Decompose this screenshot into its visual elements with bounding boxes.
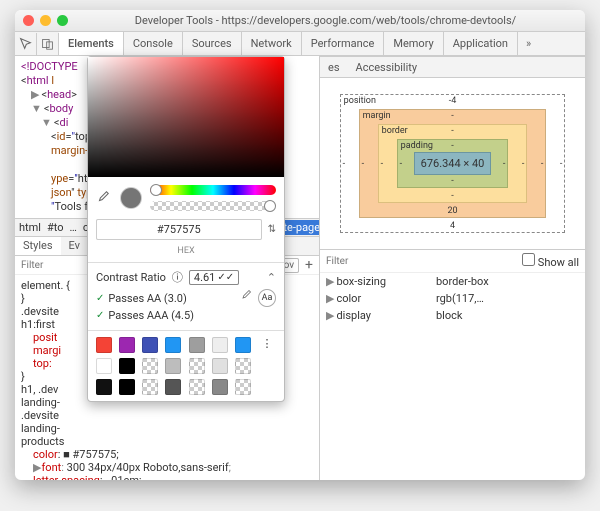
- swatch[interactable]: [119, 358, 135, 374]
- computed-pane: Show all ▶box-sizingborder-box ▶colorrgb…: [320, 249, 585, 324]
- close-button[interactable]: [23, 15, 34, 26]
- swatch[interactable]: [142, 358, 158, 374]
- palette-menu-icon[interactable]: ⋮: [258, 337, 276, 353]
- new-rule-button[interactable]: +: [305, 257, 313, 273]
- tab-console[interactable]: Console: [124, 32, 183, 55]
- swatch[interactable]: [189, 337, 205, 353]
- minimize-button[interactable]: [40, 15, 51, 26]
- swatch[interactable]: [235, 379, 251, 395]
- tab-performance[interactable]: Performance: [302, 32, 385, 55]
- contrast-value: 4.61 ✓✓: [189, 270, 239, 285]
- swatch[interactable]: [189, 379, 205, 395]
- tab-styles[interactable]: Styles: [15, 237, 61, 255]
- right-sub-tabs: es Accessibility: [320, 56, 585, 78]
- swatch[interactable]: [142, 337, 158, 353]
- alpha-slider[interactable]: [150, 201, 276, 211]
- swatch[interactable]: [235, 337, 251, 353]
- tab-sources[interactable]: Sources: [183, 32, 242, 55]
- window-title: Developer Tools - https://developers.goo…: [74, 14, 577, 27]
- contrast-section: Contrast Ratio ⓘ 4.61 ✓✓ ⌃ ✓ Passes AA (…: [88, 262, 284, 330]
- swatch[interactable]: [119, 379, 135, 395]
- tab-elements[interactable]: Elements: [59, 32, 124, 55]
- text-sample-icon: Aa: [258, 289, 276, 307]
- hue-slider[interactable]: [150, 185, 276, 195]
- swatch[interactable]: [189, 358, 205, 374]
- swatch[interactable]: [165, 379, 181, 395]
- format-toggle-icon[interactable]: ⇅: [268, 224, 276, 235]
- swatch[interactable]: [212, 379, 228, 395]
- inspect-icon[interactable]: [15, 33, 37, 55]
- swatch[interactable]: [96, 379, 112, 395]
- computed-filter-input[interactable]: [326, 256, 516, 267]
- devtools-window: Developer Tools - https://developers.goo…: [15, 10, 585, 480]
- right-pane: es Accessibility position -4 4 - - margi…: [320, 56, 585, 480]
- tab-network[interactable]: Network: [242, 32, 302, 55]
- saturation-value-field[interactable]: [88, 57, 284, 177]
- swatch[interactable]: [119, 337, 135, 353]
- box-model[interactable]: position -4 4 - - margin - 20 - - bord: [320, 78, 585, 249]
- left-pane: <!DOCTYPE <html l ▶<head> ▼<body ▼<di <i…: [15, 56, 320, 480]
- color-picker: ⇅ HEX Contrast Ratio ⓘ 4.61 ✓✓ ⌃ ✓ Passe…: [87, 56, 285, 402]
- content-size: 676.344 × 40: [414, 152, 492, 175]
- swatch[interactable]: [235, 358, 251, 374]
- hex-label: HEX: [88, 246, 284, 262]
- contrast-title: Contrast Ratio: [96, 271, 166, 284]
- device-mode-icon[interactable]: [37, 33, 59, 55]
- swatch[interactable]: [142, 379, 158, 395]
- swatch[interactable]: [165, 337, 181, 353]
- swatch[interactable]: [165, 358, 181, 374]
- show-all-checkbox[interactable]: Show all: [522, 253, 579, 269]
- computed-list[interactable]: ▶box-sizingborder-box ▶colorrgb(117,… ▶d…: [320, 273, 585, 324]
- swatch[interactable]: [212, 358, 228, 374]
- tab-application[interactable]: Application: [444, 32, 518, 55]
- swatch[interactable]: [96, 337, 112, 353]
- panel-tabs: Elements Console Sources Network Perform…: [59, 32, 518, 55]
- swatch[interactable]: [96, 358, 112, 374]
- color-preview: [120, 187, 142, 209]
- traffic-lights: [23, 15, 68, 26]
- titlebar[interactable]: Developer Tools - https://developers.goo…: [15, 10, 585, 32]
- tab-accessibility[interactable]: Accessibility: [348, 57, 426, 77]
- more-tabs-icon[interactable]: »: [518, 37, 539, 50]
- pass-aa: ✓ Passes AA (3.0) Aa: [96, 289, 276, 307]
- main-toolbar: Elements Console Sources Network Perform…: [15, 32, 585, 56]
- tab-event-listeners[interactable]: Ev: [61, 237, 88, 255]
- eyedropper-bg-icon[interactable]: [240, 289, 252, 307]
- color-palette: ⋮: [88, 330, 284, 401]
- tab-memory[interactable]: Memory: [384, 32, 443, 55]
- tab-properties[interactable]: es: [320, 57, 348, 77]
- zoom-button[interactable]: [57, 15, 68, 26]
- pass-aaa: ✓ Passes AAA (4.5): [96, 309, 276, 322]
- collapse-icon[interactable]: ⌃: [267, 271, 276, 284]
- eyedropper-icon[interactable]: [96, 190, 112, 206]
- swatch[interactable]: [212, 337, 228, 353]
- main-area: <!DOCTYPE <html l ▶<head> ▼<body ▼<di <i…: [15, 56, 585, 480]
- hex-input[interactable]: [96, 219, 262, 240]
- info-icon[interactable]: ⓘ: [172, 269, 183, 285]
